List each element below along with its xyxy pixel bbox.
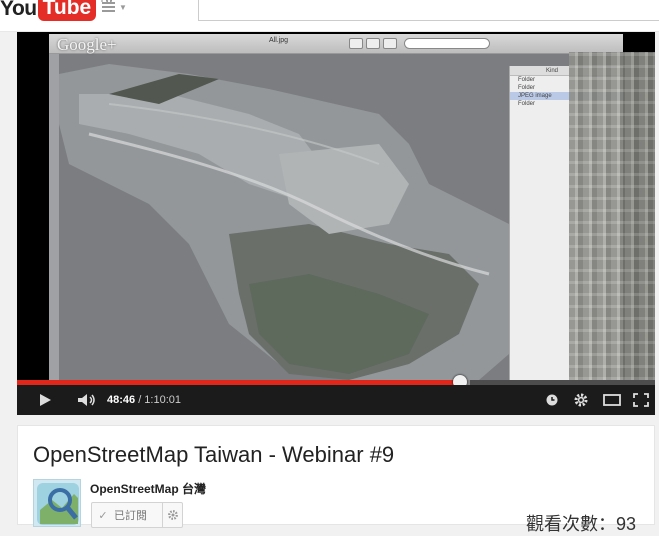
aerial-thumbnail	[569, 52, 655, 380]
total-time: / 1:10:01	[135, 394, 182, 406]
volume-button[interactable]	[75, 390, 99, 410]
play-button[interactable]	[35, 390, 55, 410]
youtube-logo[interactable]: You Tube TW	[0, 0, 113, 24]
settings-button[interactable]	[571, 390, 591, 410]
channel-name[interactable]: OpenStreetMap 台灣	[90, 480, 206, 497]
guide-menu-button[interactable]: ▼	[102, 2, 127, 12]
view-count: 觀看次數：93	[526, 514, 637, 534]
player-controls: 48:46 / 1:10:01	[17, 385, 655, 415]
speaker-icon	[78, 394, 95, 406]
check-icon: ✓	[98, 509, 108, 522]
theater-icon	[603, 394, 621, 406]
gear-icon	[574, 393, 588, 407]
logo-you-text: You	[0, 0, 37, 20]
video-info-card: OpenStreetMap Taiwan - Webinar #9 OpenSt…	[17, 425, 655, 534]
search-input[interactable]	[198, 0, 659, 21]
theater-mode-button[interactable]	[601, 390, 623, 410]
clock-icon	[546, 394, 558, 406]
subscribed-button[interactable]: ✓ 已訂閱	[91, 502, 183, 528]
hamburger-icon	[102, 2, 115, 12]
screen-recording: Google+ All.jpg Kind Folder Folder JPEG …	[49, 34, 623, 380]
fullscreen-button[interactable]	[631, 390, 651, 410]
video-title: OpenStreetMap Taiwan - Webinar #9	[33, 442, 395, 467]
watch-later-button[interactable]	[543, 390, 561, 410]
subscribed-label: 已訂閱	[114, 510, 147, 522]
masthead: You Tube TW ▼	[0, 0, 659, 32]
play-icon	[40, 394, 51, 406]
video-frame[interactable]: Google+ All.jpg Kind Folder Folder JPEG …	[17, 32, 655, 380]
chevron-down-icon: ▼	[119, 2, 127, 12]
gear-icon	[167, 510, 178, 520]
time-display: 48:46 / 1:10:01	[107, 394, 181, 406]
logo-tube-text: Tube	[37, 0, 97, 21]
current-time: 48:46	[107, 394, 136, 406]
channel-avatar[interactable]	[33, 479, 81, 527]
osm-logo-icon	[37, 483, 79, 525]
subscription-settings-button[interactable]	[162, 503, 182, 527]
fullscreen-icon	[633, 393, 649, 407]
video-player[interactable]: Google+ All.jpg Kind Folder Folder JPEG …	[17, 32, 655, 415]
